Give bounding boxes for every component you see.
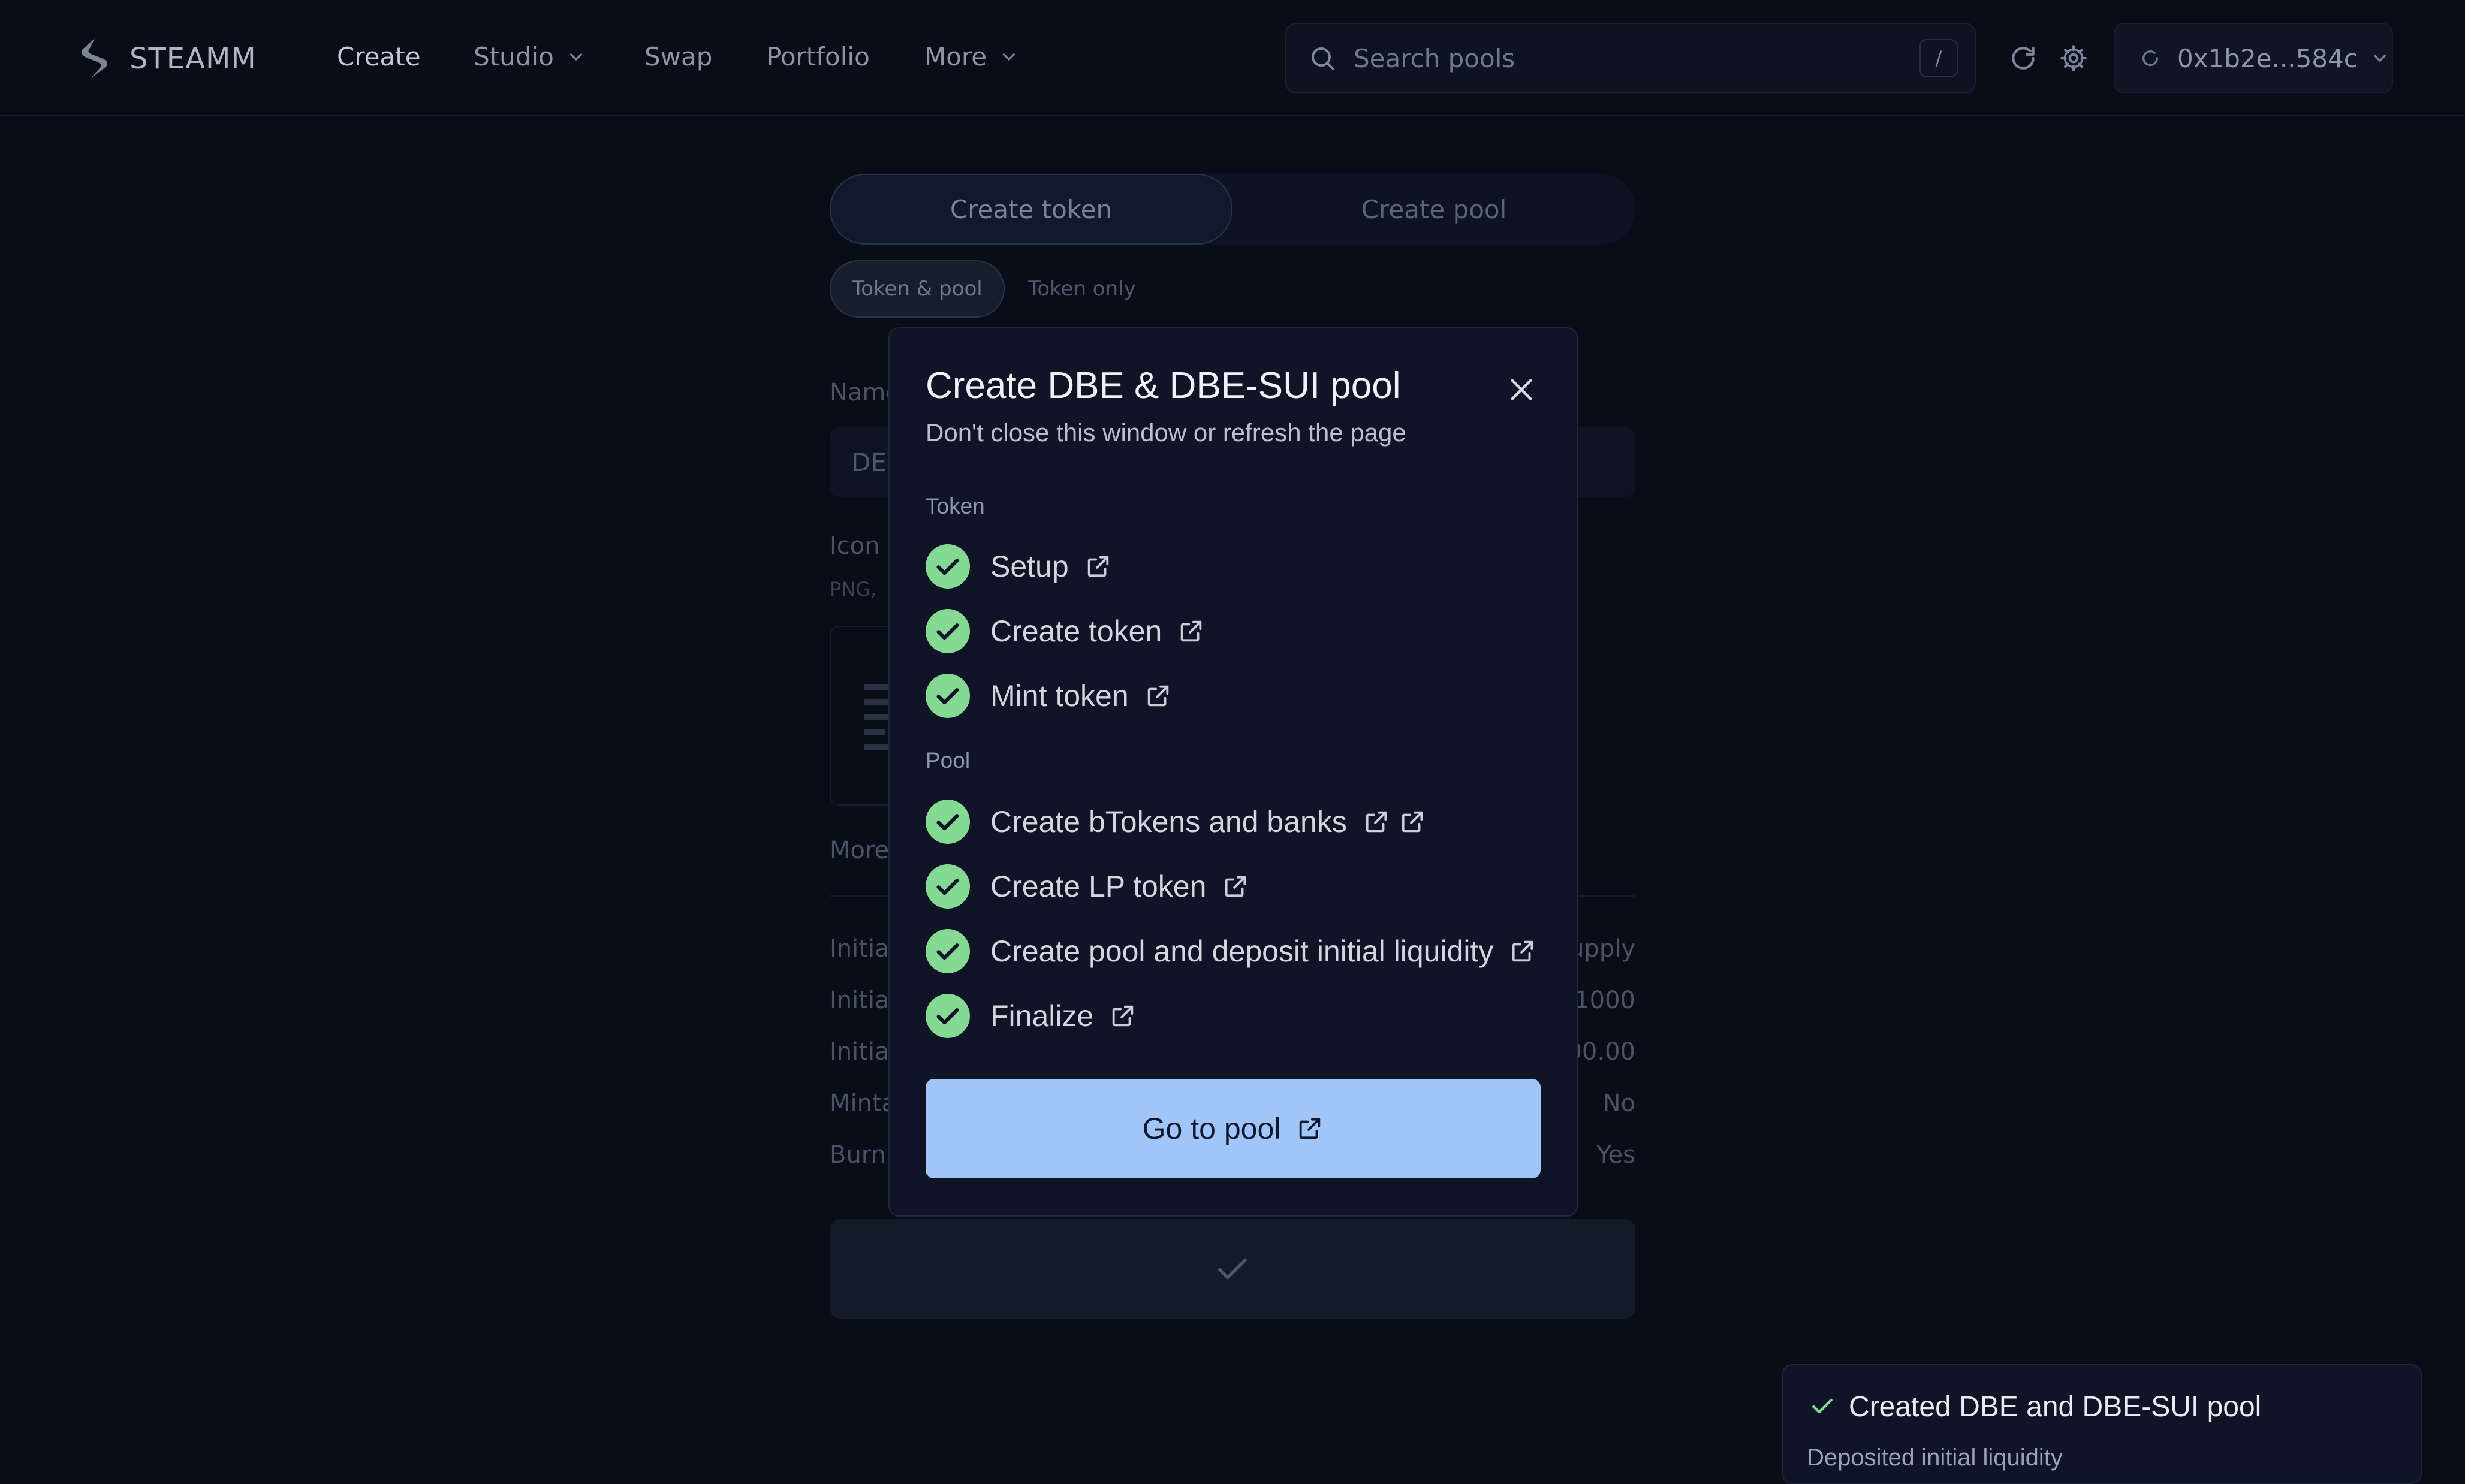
step-setup: Setup (926, 544, 1112, 589)
tab-token-only[interactable]: Token only (1013, 260, 1151, 318)
step-label: Create LP token (990, 870, 1207, 903)
check-circle-icon (926, 864, 970, 909)
tab-create-pool[interactable]: Create pool (1232, 174, 1635, 245)
nav-portfolio-label: Portfolio (766, 42, 870, 71)
summary-value: Yes (1596, 1141, 1635, 1169)
search-box[interactable]: / (1285, 23, 1976, 93)
refresh-icon[interactable] (2008, 43, 2038, 73)
search-shortcut-key: / (1919, 39, 1958, 77)
summary-value: No (1602, 1090, 1635, 1117)
check-circle-icon (926, 800, 970, 844)
go-to-pool-label: Go to pool (1142, 1112, 1281, 1145)
toast-title: Created DBE and DBE-SUI pool (1849, 1391, 2262, 1423)
external-link-icon[interactable] (1363, 808, 1390, 835)
section-label-token: Token (926, 494, 985, 518)
top-navbar: STEAMM Create Studio Swap Portfolio More… (0, 0, 2465, 116)
nav-more[interactable]: More (924, 42, 1019, 71)
nav-portfolio[interactable]: Portfolio (766, 42, 870, 71)
tab-create-token[interactable]: Create token (830, 174, 1232, 245)
nav-swap-label: Swap (644, 42, 713, 71)
check-circle-icon (926, 544, 970, 589)
go-to-pool-button[interactable]: Go to pool (926, 1079, 1541, 1178)
steamm-logo-icon (82, 38, 108, 78)
nav-swap[interactable]: Swap (644, 42, 712, 71)
external-link-icon[interactable] (1399, 808, 1426, 835)
wallet-status-icon (2142, 50, 2159, 67)
step-create-btokens-and-banks: Create bTokens and banks (926, 800, 1426, 844)
check-circle-icon (926, 994, 970, 1038)
external-link-icon[interactable] (1109, 1002, 1137, 1030)
chevron-down-icon (569, 53, 582, 61)
summary-key: Minta (830, 1090, 897, 1117)
chevron-down-icon (2373, 55, 2386, 62)
search-icon (1312, 47, 1334, 70)
step-create-pool-and-deposit: Create pool and deposit initial liquidit… (926, 929, 1536, 973)
success-toast: Created DBE and DBE-SUI pool Deposited i… (1782, 1364, 2422, 1484)
summary-key: Burn (830, 1141, 886, 1169)
search-input[interactable] (1352, 43, 1919, 74)
nav-create[interactable]: Create (337, 42, 421, 71)
submit-button[interactable] (830, 1219, 1635, 1319)
step-label: Create token (990, 614, 1162, 648)
tab-token-and-pool[interactable]: Token & pool (830, 260, 1005, 318)
create-mode-tabs: Create token Create pool (830, 174, 1635, 245)
nav-studio[interactable]: Studio (474, 42, 586, 71)
check-icon (1218, 1258, 1247, 1280)
check-circle-icon (926, 609, 970, 653)
step-finalize: Finalize (926, 994, 1137, 1038)
tab-create-token-label: Create token (950, 194, 1113, 224)
nav-studio-label: Studio (474, 42, 554, 71)
tab-token-and-pool-label: Token & pool (852, 277, 983, 301)
step-create-lp-token: Create LP token (926, 864, 1249, 909)
external-link-icon[interactable] (1177, 617, 1205, 645)
gear-icon[interactable] (2059, 43, 2089, 73)
name-field-value: DE (851, 447, 887, 477)
modal-subtitle: Don't close this window or refresh the p… (926, 418, 1406, 447)
tab-create-pool-label: Create pool (1361, 194, 1507, 224)
step-label: Create bTokens and banks (990, 805, 1347, 838)
external-link-icon[interactable] (1084, 553, 1112, 580)
icon-label: Icon (830, 532, 880, 560)
chevron-down-icon (1003, 53, 1015, 61)
step-label: Mint token (990, 679, 1129, 713)
wallet-address: 0x1b2e...584c (2177, 43, 2358, 73)
nav-more-label: More (924, 42, 987, 71)
step-mint-token: Mint token (926, 674, 1172, 718)
step-label: Finalize (990, 999, 1094, 1033)
check-icon (1812, 1398, 1833, 1414)
nav-create-label: Create (337, 42, 421, 71)
summary-value: upply (1569, 935, 1635, 963)
progress-modal: Create DBE & DBE-SUI pool Don't close th… (888, 327, 1578, 1217)
toast-description: Deposited initial liquidity (1807, 1444, 2063, 1471)
step-label: Create pool and deposit initial liquidit… (990, 934, 1494, 968)
brand-name: STEAMM (129, 42, 257, 76)
check-circle-icon (926, 929, 970, 973)
check-circle-icon (926, 674, 970, 718)
more-label: More (830, 837, 890, 864)
summary-key: Initial (830, 1038, 896, 1066)
wallet-button[interactable]: 0x1b2e...584c (2114, 23, 2393, 93)
tab-token-only-label: Token only (1028, 277, 1136, 301)
external-link-icon[interactable] (1222, 873, 1249, 900)
external-link-icon (1300, 1118, 1321, 1139)
modal-title: Create DBE & DBE-SUI pool (926, 365, 1401, 406)
summary-key: Initial (830, 987, 896, 1014)
summary-key: Initial (830, 935, 896, 963)
section-label-pool: Pool (926, 748, 971, 773)
summary-value: 1000 (1574, 987, 1635, 1014)
step-label: Setup (990, 550, 1069, 583)
icon-hint: PNG, (830, 578, 877, 601)
external-link-icon[interactable] (1509, 937, 1536, 965)
close-icon[interactable] (1506, 374, 1537, 405)
step-create-token: Create token (926, 609, 1205, 653)
logo[interactable]: STEAMM (77, 37, 257, 80)
external-link-icon[interactable] (1144, 682, 1172, 710)
